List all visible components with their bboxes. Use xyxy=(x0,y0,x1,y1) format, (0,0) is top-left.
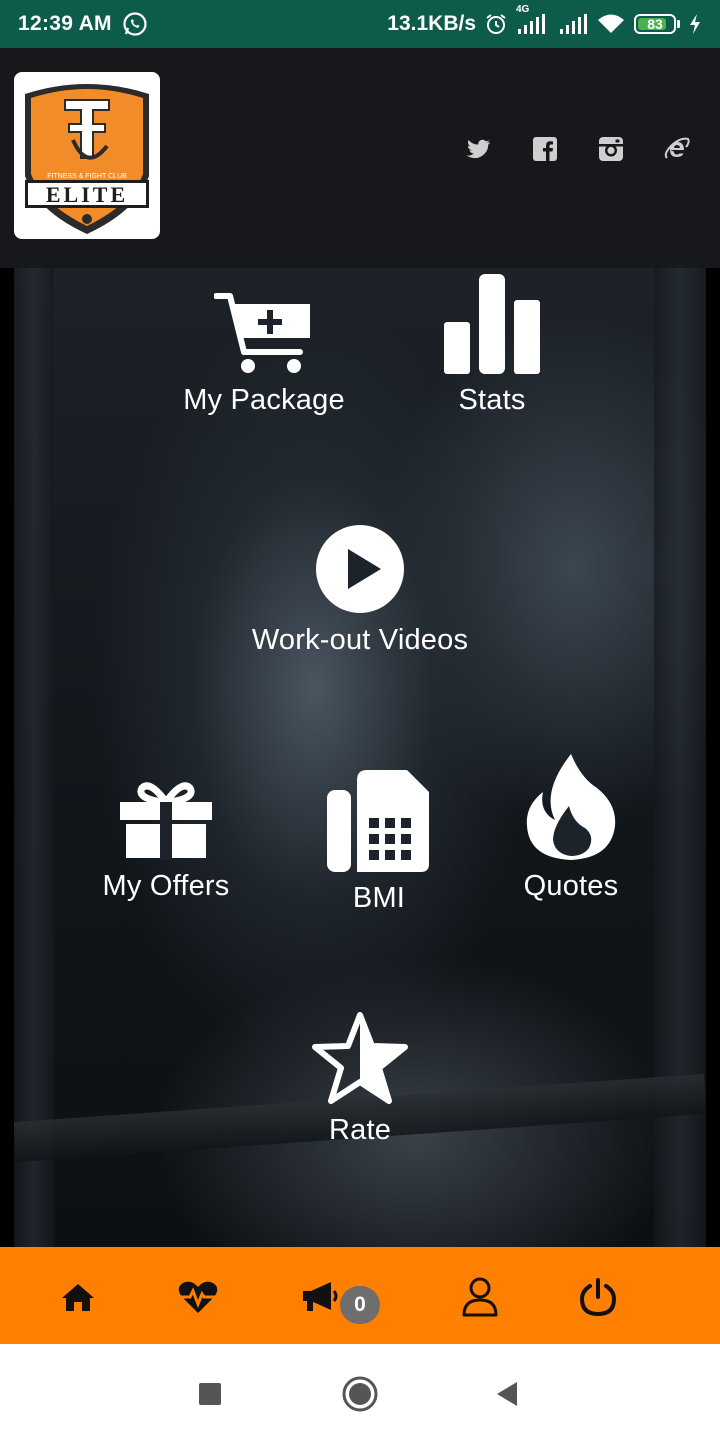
bottom-nav: 0 xyxy=(0,1247,720,1344)
recents-button[interactable] xyxy=(190,1374,230,1414)
cart-plus-icon xyxy=(214,292,314,374)
status-time: 12:39 AM xyxy=(18,12,112,35)
heart-pulse-icon[interactable] xyxy=(178,1277,218,1317)
twitter-icon[interactable] xyxy=(466,136,492,162)
social-links xyxy=(466,136,690,162)
my-package-tile[interactable]: My Package xyxy=(169,292,359,417)
stats-tile[interactable]: Stats xyxy=(414,274,570,417)
charging-icon xyxy=(688,13,702,35)
home-button[interactable] xyxy=(340,1374,380,1414)
app-header: ELITE FITNESS & FIGHT CLUB xyxy=(0,48,720,268)
facebook-icon[interactable] xyxy=(532,136,558,162)
wifi-icon xyxy=(596,13,626,35)
gift-icon xyxy=(120,778,212,860)
battery-icon: 83 xyxy=(634,14,680,34)
star-icon xyxy=(312,1012,408,1104)
home-icon[interactable] xyxy=(58,1277,98,1317)
fax-calculator-icon xyxy=(327,768,431,872)
logo-brand-text: ELITE xyxy=(46,182,128,207)
network-type-label: 4G xyxy=(516,4,530,15)
signal-icon: 4G xyxy=(516,4,550,35)
bmi-tile[interactable]: BMI xyxy=(319,768,439,915)
alarm-icon xyxy=(484,12,508,36)
megaphone-icon[interactable] xyxy=(300,1277,340,1317)
fire-icon xyxy=(525,754,617,860)
back-button[interactable] xyxy=(486,1374,526,1414)
stats-label: Stats xyxy=(458,384,526,416)
battery-percent: 83 xyxy=(647,16,663,32)
quotes-label: Quotes xyxy=(523,870,619,902)
rate-tile[interactable]: Rate xyxy=(290,1012,430,1147)
logo-top-text: FITNESS & FIGHT CLUB xyxy=(47,173,127,180)
my-package-label: My Package xyxy=(183,384,345,416)
workout-videos-label: Work-out Videos xyxy=(251,624,469,656)
workout-videos-tile[interactable]: Work-out Videos xyxy=(214,524,506,657)
instagram-icon[interactable] xyxy=(598,136,624,162)
bar-chart-icon xyxy=(444,274,540,374)
main-menu: My Package Stats Work-out Videos My Offe… xyxy=(14,268,706,1248)
user-icon[interactable] xyxy=(460,1277,500,1317)
my-offers-label: My Offers xyxy=(102,870,230,902)
status-bar: 12:39 AM 13.1KB/s 4G 83 xyxy=(0,0,720,48)
power-icon[interactable] xyxy=(578,1277,618,1317)
system-nav-bar xyxy=(0,1344,720,1440)
my-offers-tile[interactable]: My Offers xyxy=(86,778,246,903)
network-speed: 13.1KB/s xyxy=(387,12,476,35)
bmi-label: BMI xyxy=(352,882,406,914)
elite-logo[interactable]: ELITE FITNESS & FIGHT CLUB xyxy=(14,72,160,239)
play-circle-icon xyxy=(315,524,405,614)
whatsapp-icon xyxy=(122,11,148,37)
notification-count-badge: 0 xyxy=(340,1286,380,1324)
signal-icon-2 xyxy=(558,13,588,35)
internet-explorer-icon[interactable] xyxy=(664,136,690,162)
quotes-tile[interactable]: Quotes xyxy=(504,754,638,903)
rate-label: Rate xyxy=(328,1114,392,1146)
